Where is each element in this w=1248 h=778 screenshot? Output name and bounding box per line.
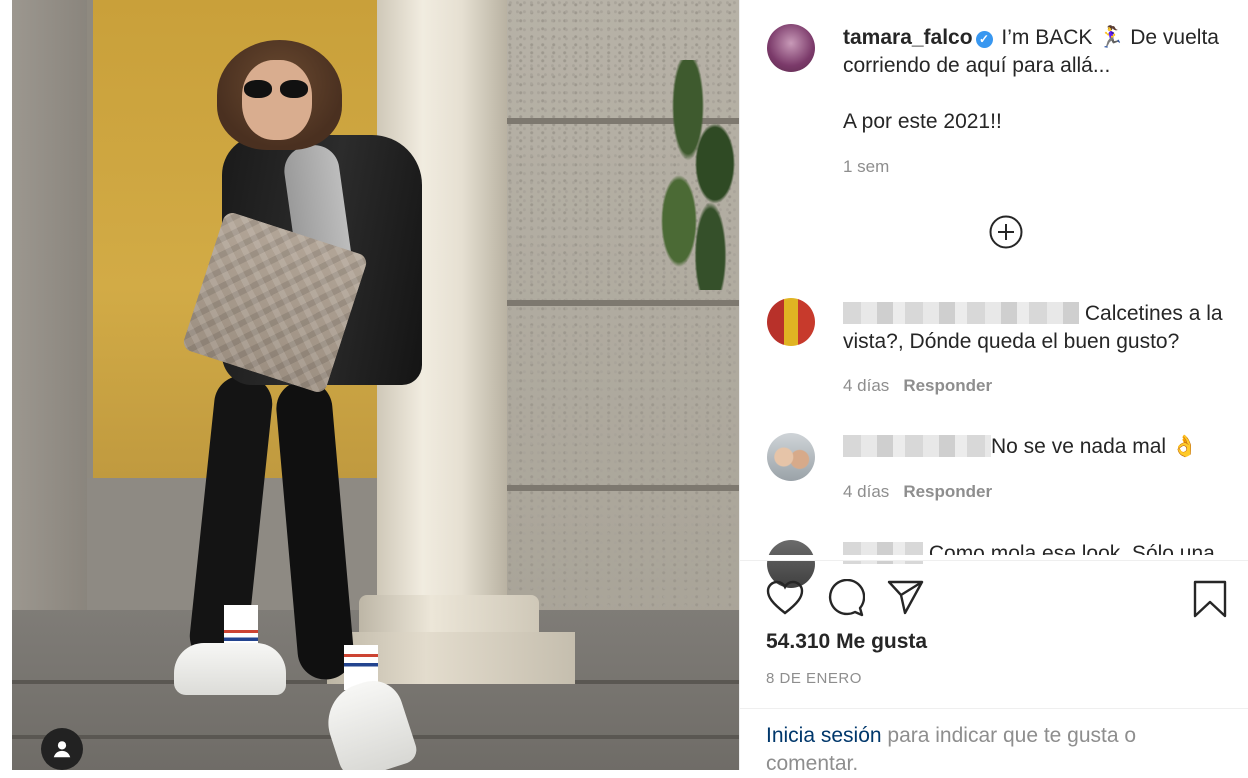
- reply-button[interactable]: Responder: [903, 376, 992, 395]
- verified-icon: ✓: [975, 31, 993, 48]
- load-more-icon[interactable]: [989, 215, 1023, 249]
- bookmark-icon[interactable]: [1193, 580, 1227, 618]
- author-username[interactable]: tamara_falco: [843, 26, 973, 49]
- woman-figure: [162, 35, 452, 770]
- stone-joint: [502, 300, 739, 306]
- author-avatar[interactable]: [767, 24, 815, 72]
- comment-time[interactable]: 4 días: [843, 482, 889, 501]
- comment-icon[interactable]: [827, 579, 865, 617]
- caption-text-2: A por este 2021!!: [843, 110, 1002, 133]
- comment-meta: 4 días Responder: [843, 376, 992, 396]
- user-icon: [53, 741, 71, 758]
- wall: [12, 0, 87, 620]
- reply-button[interactable]: Responder: [903, 482, 992, 501]
- comment-avatar[interactable]: [767, 433, 815, 481]
- plant: [652, 60, 739, 290]
- comment-time[interactable]: 4 días: [843, 376, 889, 395]
- leg: [274, 378, 356, 682]
- post-date[interactable]: 8 DE ENERO: [766, 670, 862, 687]
- blurred-username[interactable]: [843, 435, 991, 457]
- sunglasses: [244, 80, 310, 100]
- face: [242, 60, 312, 140]
- likes-count[interactable]: 54.310 Me gusta: [766, 630, 927, 654]
- sneaker: [318, 673, 420, 770]
- comment: Como mola ese look. Sólo una: [843, 540, 1238, 568]
- sneaker: [174, 643, 286, 695]
- comment-text: Como mola ese look. Sólo una: [928, 542, 1215, 565]
- heart-icon[interactable]: [766, 580, 804, 616]
- login-link[interactable]: Inicia sesión: [766, 724, 882, 747]
- blurred-username[interactable]: [843, 302, 1079, 324]
- comment-text: No se ve nada mal 👌: [991, 435, 1199, 458]
- wall-frame: [87, 0, 93, 478]
- caption-time[interactable]: 1 sem: [843, 157, 889, 177]
- post-sidebar: tamara_falco ✓ I’m BACK 🏃‍♀️ De vuelta co…: [739, 0, 1248, 775]
- comment: Calcetines a la vista?, Dónde queda el b…: [843, 300, 1238, 356]
- tagged-users-button[interactable]: [41, 728, 83, 770]
- comment: No se ve nada mal 👌: [843, 433, 1238, 461]
- share-icon[interactable]: [887, 580, 925, 616]
- comment-avatar[interactable]: [767, 298, 815, 346]
- stone-joint: [502, 485, 739, 491]
- divider: [740, 708, 1248, 709]
- post-photo[interactable]: [12, 0, 739, 770]
- comment-meta: 4 días Responder: [843, 482, 992, 502]
- caption: tamara_falco ✓ I’m BACK 🏃‍♀️ De vuelta co…: [843, 24, 1243, 80]
- divider: [740, 560, 1248, 561]
